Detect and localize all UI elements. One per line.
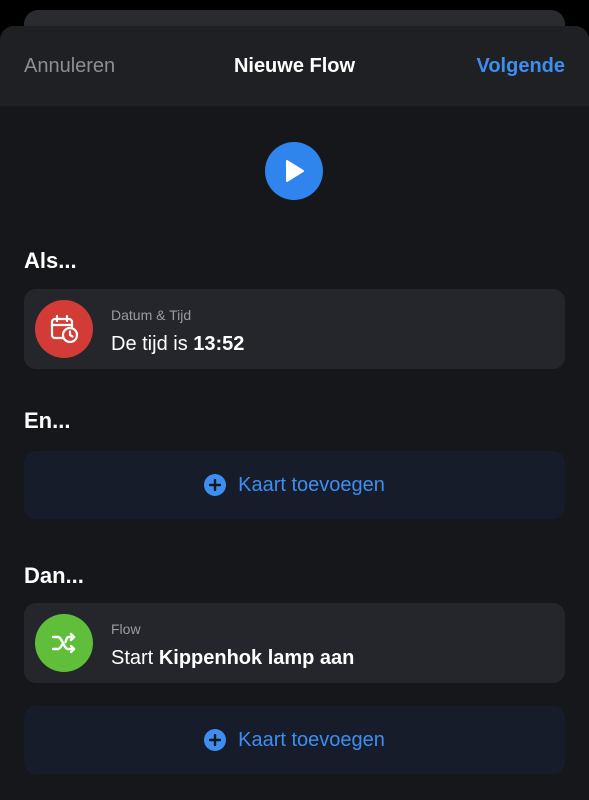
next-button[interactable]: Volgende bbox=[476, 55, 565, 78]
add-card-then[interactable]: Kaart toevoegen bbox=[24, 706, 565, 774]
card-text-prefix: Start bbox=[111, 647, 154, 669]
add-card-label: Kaart toevoegen bbox=[238, 728, 385, 751]
add-card-label: Kaart toevoegen bbox=[238, 473, 385, 496]
section-title-then: Dan... bbox=[24, 563, 84, 588]
card-text: Start Kippenhok lamp aan bbox=[111, 647, 354, 670]
section-title-if: Als... bbox=[24, 248, 77, 273]
if-card-date-time[interactable]: Datum & Tijd De tijd is 13:52 bbox=[24, 289, 565, 369]
card-text-value: Kippenhok lamp aan bbox=[158, 647, 355, 669]
card-text-value: 13:52 bbox=[193, 333, 245, 355]
calendar-clock-icon bbox=[35, 300, 93, 358]
test-flow-button[interactable] bbox=[265, 142, 323, 200]
card-text: De tijd is 13:52 bbox=[111, 333, 244, 356]
play-icon bbox=[286, 160, 304, 182]
nav-bar: Annuleren Nieuwe Flow Volgende bbox=[0, 26, 589, 106]
card-category: Flow bbox=[111, 621, 141, 637]
section-title-and: En... bbox=[24, 408, 71, 433]
new-flow-sheet: Annuleren Nieuwe Flow Volgende Als... Da… bbox=[0, 26, 589, 800]
shuffle-icon bbox=[35, 614, 93, 672]
card-category: Datum & Tijd bbox=[111, 307, 192, 323]
plus-icon bbox=[204, 729, 227, 751]
then-card-flow[interactable]: Flow Start Kippenhok lamp aan bbox=[24, 603, 565, 683]
card-text-prefix: De tijd is bbox=[111, 333, 188, 355]
add-card-and[interactable]: Kaart toevoegen bbox=[24, 451, 565, 519]
plus-icon bbox=[204, 474, 227, 496]
